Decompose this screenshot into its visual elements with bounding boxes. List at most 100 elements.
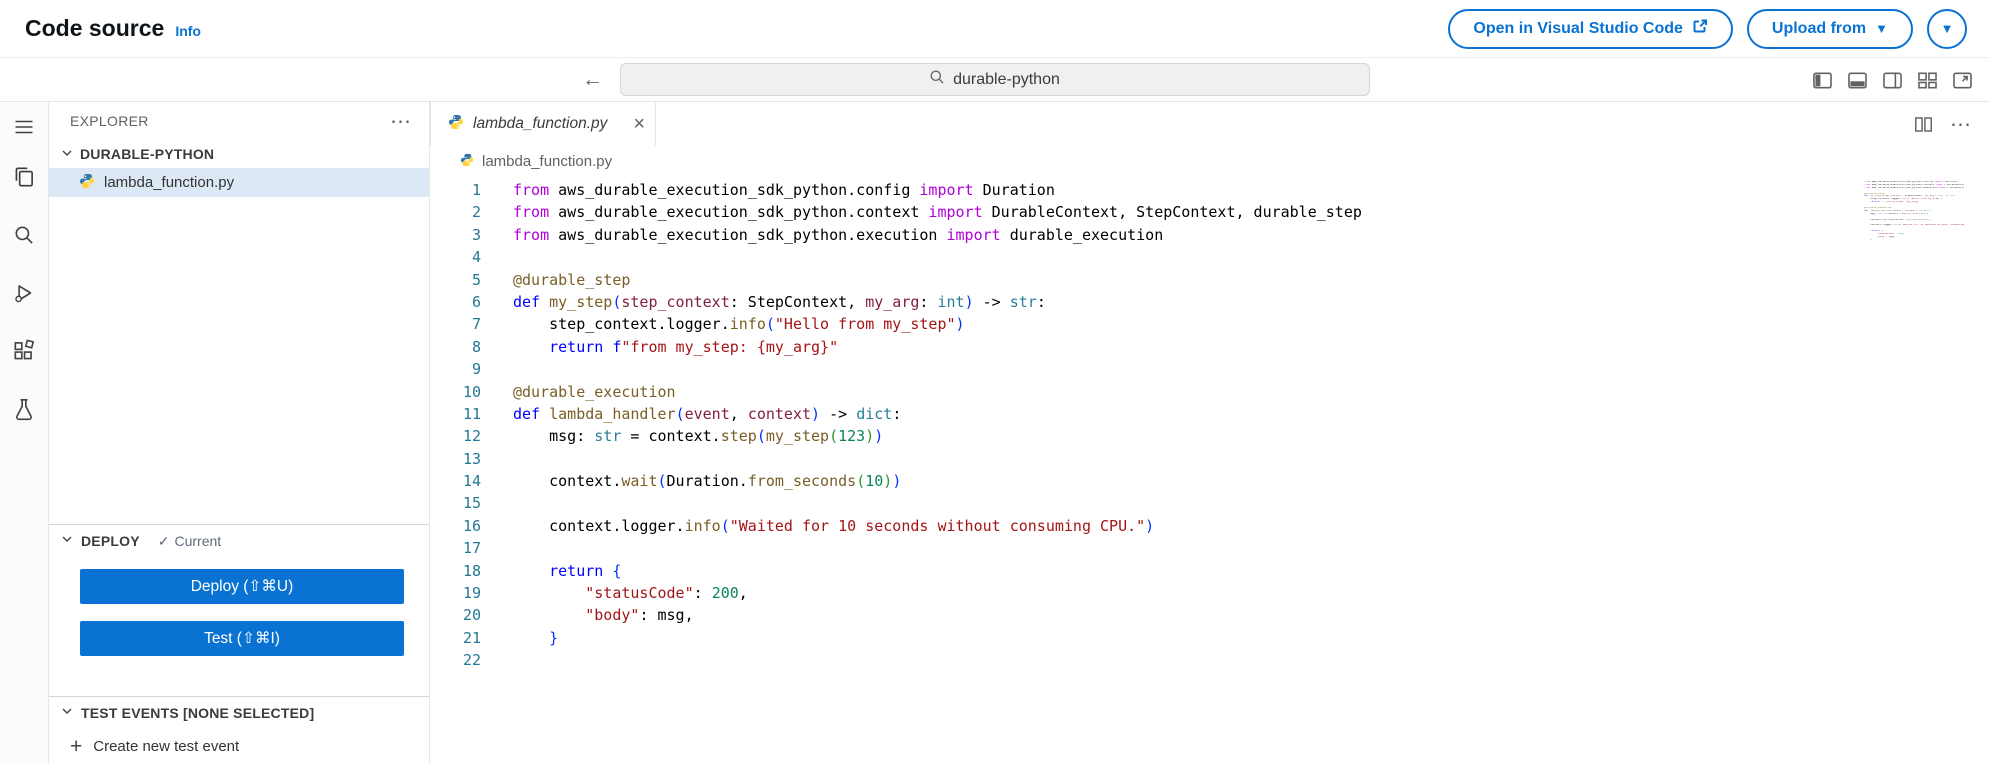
editor-group: lambda_function.py × ⋯ lambda_function.p…	[430, 102, 1989, 763]
tab-label: lambda_function.py	[473, 115, 608, 132]
breadcrumb[interactable]: lambda_function.py	[430, 146, 1989, 177]
activity-explorer-button[interactable]	[0, 150, 48, 208]
caret-down-icon: ▼	[1875, 21, 1888, 36]
sidebar: EXPLORER ⋯ DURABLE-PYTHON lambda_functio…	[49, 102, 430, 763]
deploy-status: ✓ Current	[158, 533, 221, 550]
line-number: 7	[471, 315, 481, 334]
run-debug-icon	[11, 280, 37, 311]
back-arrow-icon[interactable]: ←	[582, 68, 603, 92]
line-number: 8	[471, 337, 481, 356]
command-center-search[interactable]: durable-python	[619, 63, 1370, 96]
code-line[interactable]: 21 }	[430, 627, 1989, 649]
file-row-lambda-function[interactable]: lambda_function.py	[49, 168, 429, 197]
activity-bar	[0, 102, 49, 763]
deploy-section-header[interactable]: DEPLOY ✓ Current	[49, 525, 429, 557]
aws-header: Code source Info Open in Visual Studio C…	[0, 0, 1989, 58]
hamburger-icon	[12, 115, 36, 144]
line-number: 9	[471, 360, 481, 379]
code-line[interactable]: 5 @durable_step	[430, 269, 1989, 291]
folder-row-durable-python[interactable]: DURABLE-PYTHON	[49, 140, 429, 168]
line-number: 17	[462, 539, 481, 558]
code-line[interactable]: 3 from aws_durable_execution_sdk_python.e…	[430, 224, 1989, 246]
activity-extensions-button[interactable]	[0, 324, 48, 382]
upload-from-label: Upload from	[1771, 19, 1867, 37]
plus-icon: +	[70, 734, 83, 758]
code-line[interactable]: 20 "body": msg,	[430, 604, 1989, 626]
check-icon: ✓	[157, 532, 170, 549]
code-editor[interactable]: 1 from aws_durable_execution_sdk_python.c…	[430, 177, 1989, 763]
menu-button[interactable]	[0, 108, 48, 150]
line-number: 22	[462, 651, 481, 670]
toggle-sidebar-left-icon[interactable]	[1812, 70, 1833, 91]
line-number: 16	[462, 516, 481, 535]
caret-down-icon: ▼	[1940, 21, 1954, 36]
external-link-icon	[1692, 18, 1708, 39]
activity-run-debug-button[interactable]	[0, 266, 48, 324]
split-editor-icon[interactable]	[1914, 115, 1933, 134]
line-number: 15	[462, 494, 481, 513]
tab-bar: lambda_function.py × ⋯	[430, 102, 1989, 146]
code-line[interactable]: 9	[430, 358, 1989, 380]
python-icon	[448, 114, 464, 135]
explorer-more-icon[interactable]: ⋯	[390, 111, 411, 132]
editor-more-icon[interactable]: ⋯	[1950, 114, 1971, 135]
extensions-icon	[11, 338, 37, 369]
python-icon	[460, 153, 474, 171]
chevron-down-icon	[59, 145, 75, 164]
minimap[interactable]: from aws_durable_execution_sdk_python.co…	[1864, 181, 1964, 245]
open-vscode-button[interactable]: Open in Visual Studio Code	[1448, 8, 1733, 49]
code-line[interactable]: 2 from aws_durable_execution_sdk_python.c…	[430, 201, 1989, 223]
code-lines: 1 from aws_durable_execution_sdk_python.c…	[430, 179, 1989, 672]
explorer-header: EXPLORER ⋯	[49, 102, 429, 140]
code-line[interactable]: 7 step_context.logger.info("Hello from m…	[430, 313, 1989, 335]
activity-test-tools-button[interactable]	[0, 382, 48, 440]
code-line[interactable]: 18 return {	[430, 560, 1989, 582]
code-line[interactable]: 17	[430, 537, 1989, 559]
code-line[interactable]: 8 return f"from my_step: {my_arg}"	[430, 336, 1989, 358]
code-line[interactable]: 6 def my_step(step_context: StepContext, …	[430, 291, 1989, 313]
deploy-buttons: Deploy (⇧⌘U) Test (⇧⌘I)	[49, 557, 429, 696]
toggle-sidebar-right-icon[interactable]	[1882, 70, 1903, 91]
code-line[interactable]: 15	[430, 492, 1989, 514]
code-line[interactable]: 22	[430, 649, 1989, 671]
beaker-icon	[11, 396, 37, 427]
line-number: 11	[462, 404, 481, 423]
close-icon[interactable]: ×	[633, 114, 645, 134]
code-line[interactable]: 12 msg: str = context.step(my_step(123))	[430, 425, 1989, 447]
tab-lambda-function[interactable]: lambda_function.py ×	[430, 102, 656, 146]
code-line[interactable]: 13	[430, 448, 1989, 470]
test-events-section: TEST EVENTS [NONE SELECTED] + Create new…	[49, 696, 429, 763]
explorer-title: EXPLORER	[70, 113, 149, 129]
more-actions-button[interactable]: ▼	[1927, 8, 1967, 49]
code-line[interactable]: 11 def lambda_handler(event, context) -> …	[430, 403, 1989, 425]
deploy-button[interactable]: Deploy (⇧⌘U)	[80, 569, 404, 604]
chevron-down-icon	[59, 531, 75, 552]
toggle-panel-icon[interactable]	[1847, 70, 1868, 91]
line-number: 14	[462, 472, 481, 491]
code-line[interactable]: 10 @durable_execution	[430, 381, 1989, 403]
upload-from-button[interactable]: Upload from ▼	[1746, 8, 1913, 49]
page: Code source Info Open in Visual Studio C…	[0, 0, 1989, 763]
activity-search-button[interactable]	[0, 208, 48, 266]
code-line[interactable]: 19 "statusCode": 200,	[430, 582, 1989, 604]
search-icon	[11, 222, 37, 253]
header-actions: Open in Visual Studio Code Upload from ▼…	[1448, 8, 1967, 49]
code-line[interactable]: 1 from aws_durable_execution_sdk_python.c…	[430, 179, 1989, 201]
customize-layout-icon[interactable]	[1917, 70, 1938, 91]
search-icon	[929, 69, 945, 90]
info-link[interactable]: Info	[175, 23, 201, 39]
file-name: lambda_function.py	[104, 174, 235, 191]
editor-titlebar: ← → durable-python	[0, 58, 1989, 102]
create-test-event-button[interactable]: + Create new test event	[49, 729, 429, 763]
fullscreen-icon[interactable]	[1952, 70, 1973, 91]
line-number: 13	[462, 449, 481, 468]
workbench: EXPLORER ⋯ DURABLE-PYTHON lambda_functio…	[0, 102, 1989, 763]
open-vscode-label: Open in Visual Studio Code	[1473, 19, 1683, 37]
code-line[interactable]: 14 context.wait(Duration.from_seconds(10…	[430, 470, 1989, 492]
page-title: Code source	[25, 15, 165, 41]
code-line[interactable]: 4	[430, 246, 1989, 268]
test-button[interactable]: Test (⇧⌘I)	[80, 621, 404, 656]
test-events-section-header[interactable]: TEST EVENTS [NONE SELECTED]	[49, 697, 429, 729]
code-line[interactable]: 16 context.logger.info("Waited for 10 se…	[430, 515, 1989, 537]
line-number: 4	[471, 248, 481, 267]
